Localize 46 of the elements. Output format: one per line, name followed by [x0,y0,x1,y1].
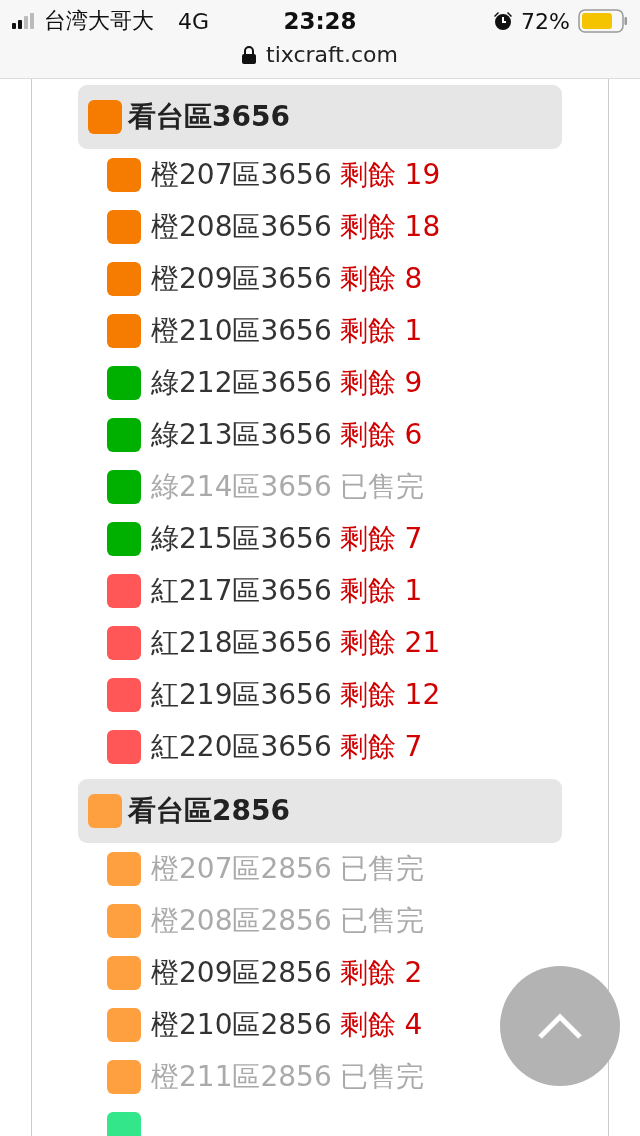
seat-status: 剩餘 1 [339,313,423,349]
area-name[interactable]: 橙210區3656 [151,312,332,350]
area-name[interactable]: 綠213區3656 [151,416,332,454]
area-name[interactable]: 橙207區3656 [151,156,332,194]
clock-time: 23:28 [283,8,357,34]
seat-status: 剩餘 2 [339,955,423,991]
area-name[interactable]: 橙209區2856 [151,954,332,992]
section-title: 看台區2856 [128,793,290,829]
seat-status: 剩餘 1 [339,573,423,609]
area-name: 綠214區3656 [151,469,332,505]
area-name[interactable]: 紅220區3656 [151,728,332,766]
network-type: 4G [178,8,210,34]
seat-status: 已售完 [339,1059,424,1095]
seat-status: 剩餘 21 [339,625,441,661]
seat-status: 剩餘 6 [339,417,423,453]
seat-status: 剩餘 18 [339,209,441,245]
area-name[interactable]: 橙209區3656 [151,260,332,298]
seat-status: 剩餘 7 [339,521,423,557]
area-name: 橙207區2856 [151,851,332,887]
seat-status: 剩餘 9 [339,365,423,401]
area-name[interactable]: 紅217區3656 [151,572,332,610]
chevron-up-icon [536,1011,584,1041]
url-text[interactable]: tixcraft.com [266,42,398,67]
area-name[interactable]: 綠215區3656 [151,520,332,558]
carrier-name: 台湾大哥大 [44,7,154,35]
seat-status: 已售完 [339,469,424,505]
lock-icon [242,45,256,64]
area-name[interactable]: 紅219區3656 [151,676,332,714]
area-name[interactable]: 綠212區3656 [151,364,332,402]
area-name[interactable]: 橙210區2856 [151,1006,332,1044]
seat-status: 剩餘 7 [339,729,423,765]
battery-icon [578,9,628,33]
area-name: 橙208區2856 [151,903,332,939]
seat-status: 已售完 [339,903,424,939]
area-name[interactable]: 紅218區3656 [151,624,332,662]
section-title: 看台區3656 [128,99,290,135]
seat-status: 剩餘 4 [339,1007,423,1043]
seat-status: 剩餘 12 [339,677,441,713]
alarm-clock-icon [493,11,514,31]
seat-status: 剩餘 8 [339,261,423,297]
seat-status: 已售完 [339,851,424,887]
battery-percentage: 72% [521,8,570,34]
area-name: 橙211區2856 [151,1059,332,1095]
area-name[interactable]: 橙208區3656 [151,208,332,246]
seat-status: 剩餘 19 [339,157,441,193]
signal-icon [12,13,36,29]
